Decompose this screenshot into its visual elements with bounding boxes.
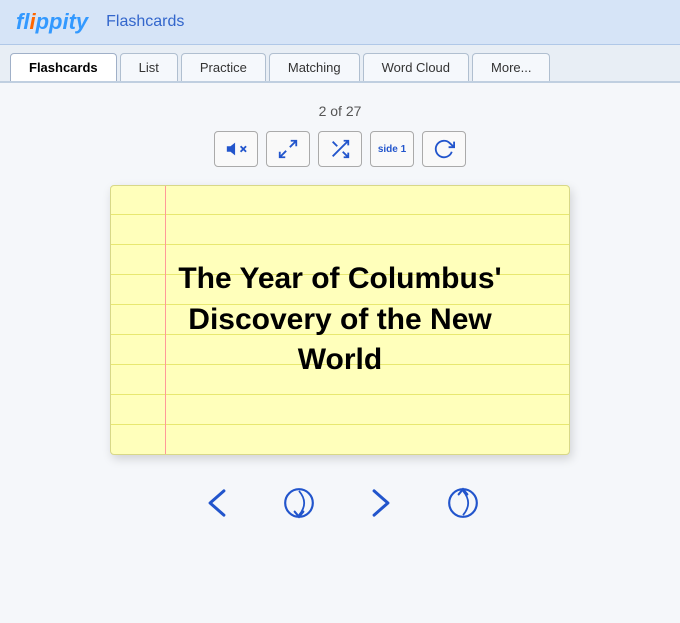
prev-button[interactable] xyxy=(191,479,243,527)
tab-matching[interactable]: Matching xyxy=(269,53,360,81)
header-title: Flashcards xyxy=(106,13,184,31)
flip-button[interactable] xyxy=(422,131,466,167)
shuffle-button[interactable] xyxy=(318,131,362,167)
tab-flashcards[interactable]: Flashcards xyxy=(10,53,117,81)
side-button[interactable]: side 1 xyxy=(370,131,414,167)
flip-up-button[interactable] xyxy=(437,479,489,527)
tab-wordcloud[interactable]: Word Cloud xyxy=(363,53,469,81)
flashcard[interactable]: The Year of Columbus' Discovery of the N… xyxy=(110,185,570,455)
tab-practice[interactable]: Practice xyxy=(181,53,266,81)
mute-button[interactable] xyxy=(214,131,258,167)
flashcard-text: The Year of Columbus' Discovery of the N… xyxy=(111,229,569,411)
flip-down-button[interactable] xyxy=(273,479,325,527)
tab-bar: Flashcards List Practice Matching Word C… xyxy=(0,45,680,83)
card-counter: 2 of 27 xyxy=(319,103,362,119)
controls-toolbar: side 1 xyxy=(214,131,466,167)
tab-more[interactable]: More... xyxy=(472,53,550,81)
main-content: 2 of 27 xyxy=(0,83,680,623)
next-button[interactable] xyxy=(355,479,407,527)
header: flippity Flashcards xyxy=(0,0,680,45)
navigation-buttons xyxy=(191,479,489,527)
tab-list[interactable]: List xyxy=(120,53,178,81)
logo[interactable]: flippity xyxy=(16,9,88,35)
fullscreen-button[interactable] xyxy=(266,131,310,167)
